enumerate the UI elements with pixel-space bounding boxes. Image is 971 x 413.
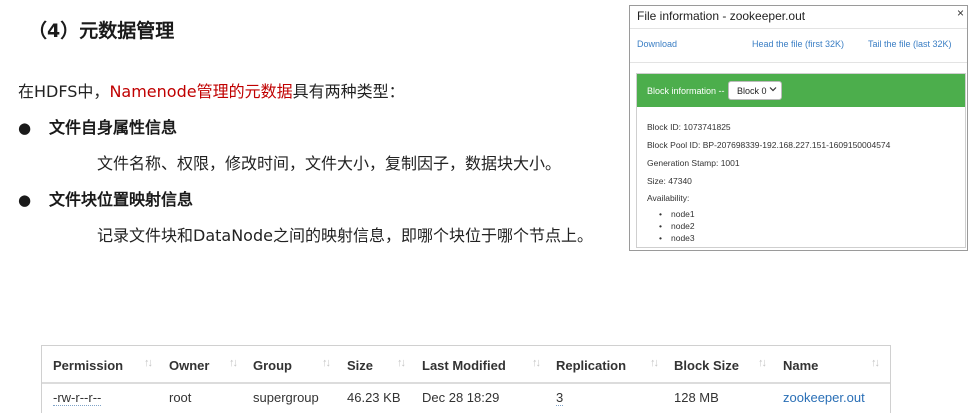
block-select[interactable]: Block 0 bbox=[728, 81, 782, 100]
column-header-size[interactable]: Size bbox=[347, 358, 373, 373]
sort-arrows-icon[interactable]: ↑↓ bbox=[758, 357, 767, 369]
dialog-divider bbox=[630, 28, 967, 29]
cell-size: 46.23 KB bbox=[347, 390, 401, 405]
generation-stamp: Generation Stamp: 1001 bbox=[647, 158, 740, 168]
bullet-title-1: 文件自身属性信息 bbox=[49, 118, 178, 137]
sort-arrows-icon[interactable]: ↑↓ bbox=[144, 357, 153, 369]
file-table: Permission ↑↓ Owner ↑↓ Group ↑↓ Size ↑↓ … bbox=[41, 345, 891, 413]
cell-owner: root bbox=[169, 390, 192, 405]
node-item: node1 bbox=[657, 208, 695, 220]
column-header-group[interactable]: Group bbox=[253, 358, 292, 373]
intro-text: 在HDFS中，Namenode管理的元数据具有两种类型： bbox=[18, 78, 405, 102]
bullet-dot-icon: ● bbox=[18, 119, 32, 137]
sort-arrows-icon[interactable]: ↑↓ bbox=[397, 357, 406, 369]
dialog-divider bbox=[630, 62, 967, 63]
file-name-link[interactable]: zookeeper.out bbox=[783, 390, 865, 405]
chevron-down-icon bbox=[769, 85, 777, 95]
tail-file-link[interactable]: Tail the file (last 32K) bbox=[868, 39, 952, 49]
sort-arrows-icon[interactable]: ↑↓ bbox=[229, 357, 238, 369]
head-file-link[interactable]: Head the file (first 32K) bbox=[752, 39, 844, 49]
section-heading: （4）元数据管理 bbox=[28, 20, 175, 42]
node-item: node3 bbox=[657, 232, 695, 244]
intro-before: 在HDFS中， bbox=[18, 82, 110, 101]
bullet-title-2: 文件块位置映射信息 bbox=[49, 190, 194, 209]
sort-arrows-icon[interactable]: ↑↓ bbox=[650, 357, 659, 369]
column-header-permission[interactable]: Permission bbox=[53, 358, 123, 373]
block-info-header: Block information -- Block 0 bbox=[637, 74, 965, 107]
block-info-card: Block information -- Block 0 Block ID: 1… bbox=[636, 73, 966, 248]
cell-permission[interactable]: -rw-r--r-- bbox=[53, 390, 102, 406]
file-info-dialog: File information - zookeeper.out × Downl… bbox=[629, 5, 968, 251]
download-link[interactable]: Download bbox=[637, 39, 677, 49]
sort-arrows-icon[interactable]: ↑↓ bbox=[532, 357, 541, 369]
column-header-owner[interactable]: Owner bbox=[169, 358, 209, 373]
node-item: node2 bbox=[657, 220, 695, 232]
sort-arrows-icon[interactable]: ↑↓ bbox=[322, 357, 331, 369]
column-header-block-size[interactable]: Block Size bbox=[674, 358, 739, 373]
cell-block-size: 128 MB bbox=[674, 390, 719, 405]
dialog-title: File information - zookeeper.out bbox=[637, 9, 806, 23]
intro-after: 具有两种类型： bbox=[292, 82, 405, 101]
bullet-item-2: ● 文件块位置映射信息 bbox=[18, 186, 193, 210]
column-header-last-modified[interactable]: Last Modified bbox=[422, 358, 506, 373]
column-header-name[interactable]: Name bbox=[783, 358, 818, 373]
node-list: node1 node2 node3 bbox=[657, 208, 695, 244]
block-id: Block ID: 1073741825 bbox=[647, 122, 731, 132]
cell-last-modified: Dec 28 18:29 bbox=[422, 390, 500, 405]
intro-highlight: Namenode管理的元数据 bbox=[109, 82, 293, 101]
block-select-value: Block 0 bbox=[737, 86, 767, 96]
bullet-detail-1: 文件名称、权限，修改时间，文件大小，复制因子，数据块大小。 bbox=[97, 154, 562, 173]
bullet-item-1: ● 文件自身属性信息 bbox=[18, 114, 177, 138]
bullet-detail-2: 记录文件块和DataNode之间的映射信息，即哪个块位于哪个节点上。 bbox=[97, 226, 593, 245]
block-info-label: Block information -- bbox=[647, 86, 725, 96]
cell-group: supergroup bbox=[253, 390, 319, 405]
close-icon[interactable]: × bbox=[957, 6, 964, 20]
availability-label: Availability: bbox=[647, 193, 690, 203]
cell-replication[interactable]: 3 bbox=[556, 390, 564, 406]
block-size: Size: 47340 bbox=[647, 176, 692, 186]
sort-arrows-icon[interactable]: ↑↓ bbox=[871, 357, 880, 369]
column-header-replication[interactable]: Replication bbox=[556, 358, 626, 373]
bullet-dot-icon: ● bbox=[18, 191, 32, 209]
block-pool-id: Block Pool ID: BP-207698339-192.168.227.… bbox=[647, 140, 891, 150]
table-header-divider bbox=[42, 382, 890, 384]
